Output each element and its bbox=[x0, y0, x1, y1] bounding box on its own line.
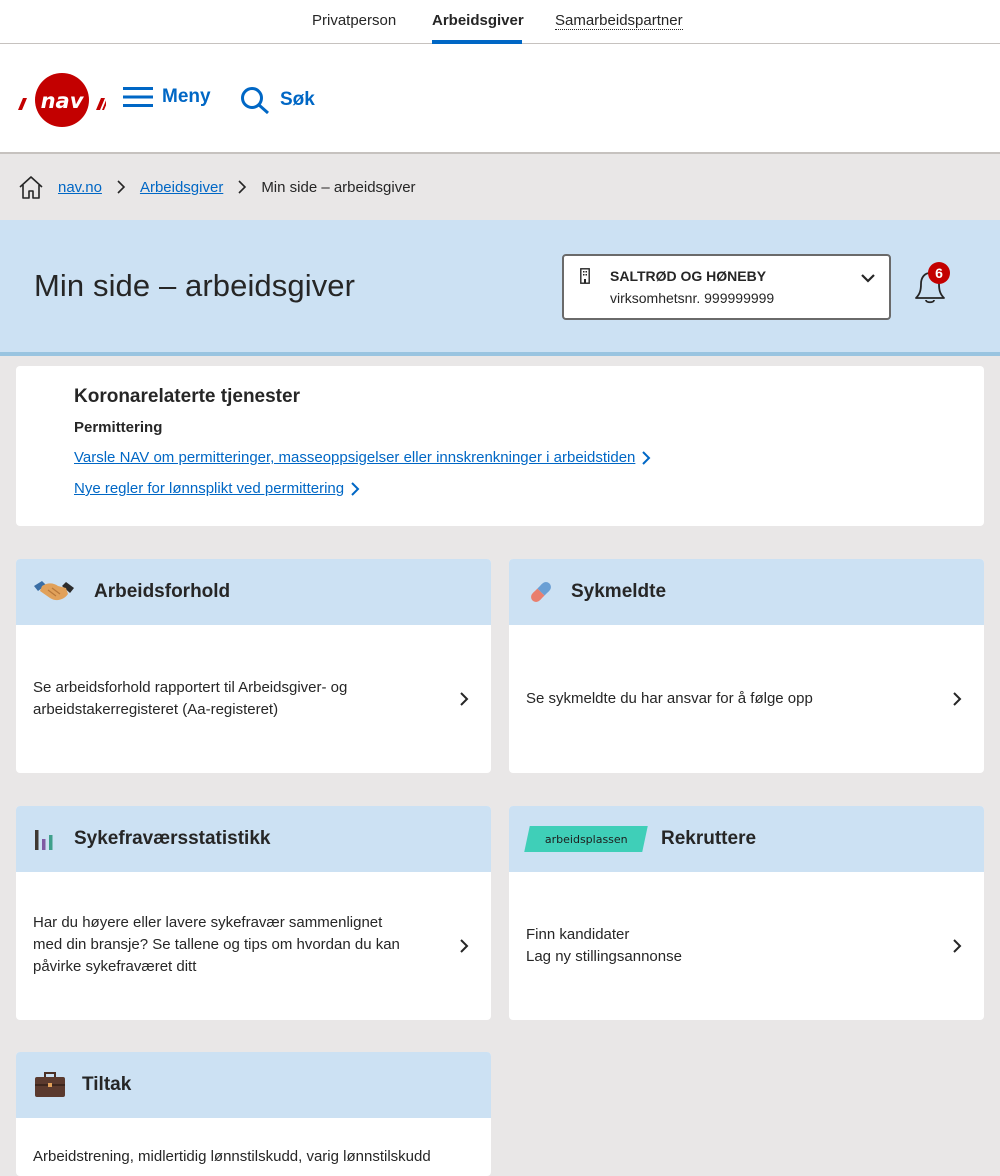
chevron-right-icon bbox=[460, 939, 469, 953]
bar-chart-icon bbox=[35, 830, 53, 850]
page-title: Min side – arbeidsgiver bbox=[34, 268, 356, 303]
notifications-button[interactable]: 6 bbox=[908, 262, 952, 306]
search-icon bbox=[241, 87, 269, 114]
card-description-line: Arbeidstrening, midlertidig lønnstilskud… bbox=[33, 1148, 431, 1165]
card-description-line: Har du høyere eller lavere sykefravær sa… bbox=[33, 914, 383, 931]
hamburger-icon bbox=[123, 87, 153, 107]
menu-button[interactable]: Meny bbox=[123, 86, 211, 108]
card-description-line: arbeidstakerregisteret (Aa-registeret) bbox=[33, 701, 279, 718]
building-icon bbox=[580, 268, 590, 284]
card-link-arbeidsforhold[interactable]: Se arbeidsforhold rapportert til Arbeids… bbox=[16, 625, 491, 773]
site-header: nav Meny Søk bbox=[0, 44, 1000, 154]
card-arbeidsforhold: Arbeidsforhold Se arbeidsforhold rapport… bbox=[16, 559, 491, 773]
audience-nav: Privatperson Arbeidsgiver Samarbeidspart… bbox=[0, 0, 1000, 44]
page-banner: Min side – arbeidsgiver SALTRØD OG HØNEB… bbox=[0, 220, 1000, 356]
chevron-right-icon bbox=[953, 939, 962, 953]
corona-link-varsle-label: Varsle NAV om permitteringer, masseoppsi… bbox=[74, 449, 636, 466]
card-link-tiltak[interactable]: Arbeidstrening, midlertidig lønnstilskud… bbox=[16, 1118, 491, 1176]
breadcrumb-current: Min side – arbeidsgiver bbox=[261, 178, 416, 196]
chevron-right-icon bbox=[117, 180, 126, 194]
notification-count-badge: 6 bbox=[928, 262, 950, 284]
nav-logo[interactable]: nav bbox=[16, 72, 106, 128]
card-header: Sykmeldte bbox=[509, 559, 984, 625]
card-title: Sykefraværsstatistikk bbox=[74, 828, 271, 849]
corona-link-lonnsplikt-label: Nye regler for lønnsplikt ved permitteri… bbox=[74, 480, 345, 497]
breadcrumb-link-navno[interactable]: nav.no bbox=[58, 179, 102, 196]
corona-title: Koronarelaterte tjenester bbox=[74, 386, 300, 407]
card-description: Finn kandidater Lag ny stillingsannonse bbox=[526, 924, 914, 968]
card-sykefravaersstatistikk: Sykefraværsstatistikk Har du høyere elle… bbox=[16, 806, 491, 1020]
card-description: Se arbeidsforhold rapportert til Arbeids… bbox=[33, 677, 421, 721]
chevron-right-icon bbox=[460, 692, 469, 706]
card-header: Sykefraværsstatistikk bbox=[16, 806, 491, 872]
arbeidsplassen-logo-text: arbeidsplassen bbox=[544, 832, 628, 846]
card-description: Har du høyere eller lavere sykefravær sa… bbox=[33, 912, 421, 978]
menu-label: Meny bbox=[162, 86, 211, 107]
card-title: Sykmeldte bbox=[571, 581, 667, 602]
pill-icon bbox=[531, 582, 551, 602]
tab-arbeidsgiver[interactable]: Arbeidsgiver bbox=[432, 12, 524, 29]
card-description: Arbeidstrening, midlertidig lønnstilskud… bbox=[33, 1146, 471, 1168]
svg-text:nav: nav bbox=[41, 89, 85, 113]
card-description-line: Finn kandidater bbox=[526, 926, 630, 943]
card-description: Se sykmeldte du har ansvar for å følge o… bbox=[526, 688, 914, 710]
tab-samarbeidspartner[interactable]: Samarbeidspartner bbox=[555, 12, 683, 30]
card-header: Arbeidsforhold bbox=[16, 559, 491, 625]
chevron-right-icon bbox=[238, 180, 247, 194]
card-link-rekruttere[interactable]: Finn kandidater Lag ny stillingsannonse bbox=[509, 872, 984, 1020]
corona-subtitle: Permittering bbox=[74, 419, 163, 436]
card-description-line: Se arbeidsforhold rapportert til Arbeids… bbox=[33, 679, 348, 696]
org-name: SALTRØD OG HØNEBY bbox=[610, 268, 767, 284]
corona-link-varsle[interactable]: Varsle NAV om permitteringer, masseoppsi… bbox=[74, 449, 651, 466]
breadcrumb-link-arbeidsgiver[interactable]: Arbeidsgiver bbox=[140, 179, 223, 196]
arbeidsplassen-logo: arbeidsplassen bbox=[524, 826, 648, 852]
card-description-line: Se sykmeldte du har ansvar for å følge o… bbox=[526, 690, 813, 707]
org-number: virksomhetsnr. 999999999 bbox=[610, 290, 775, 306]
card-link-sykefravaersstatistikk[interactable]: Har du høyere eller lavere sykefravær sa… bbox=[16, 872, 491, 1020]
card-title: Rekruttere bbox=[661, 828, 757, 849]
card-description-line: Lag ny stillingsannonse bbox=[526, 948, 682, 965]
card-rekruttere: arbeidsplassen Rekruttere Finn kandidate… bbox=[509, 806, 984, 1020]
chevron-down-icon bbox=[861, 274, 875, 283]
card-description-line: påvirke sykefraværet ditt bbox=[33, 958, 197, 975]
card-header: arbeidsplassen Rekruttere bbox=[509, 806, 984, 872]
card-tiltak: Tiltak Arbeidstrening, midlertidig lønns… bbox=[16, 1052, 491, 1176]
card-title: Tiltak bbox=[82, 1074, 132, 1095]
organization-selector[interactable]: SALTRØD OG HØNEBY virksomhetsnr. 9999999… bbox=[562, 254, 891, 320]
chevron-right-icon bbox=[642, 450, 651, 465]
tab-privatperson[interactable]: Privatperson bbox=[312, 12, 396, 29]
corona-services-panel: Koronarelaterte tjenester Permittering V… bbox=[16, 366, 984, 526]
card-header: Tiltak bbox=[16, 1052, 491, 1118]
briefcase-icon bbox=[35, 1072, 65, 1097]
card-sykmeldte: Sykmeldte Se sykmeldte du har ansvar for… bbox=[509, 559, 984, 773]
card-description-line: med din bransje? Se tallene og tips om h… bbox=[33, 936, 400, 953]
search-button[interactable]: Søk bbox=[240, 86, 315, 114]
card-link-sykmeldte[interactable]: Se sykmeldte du har ansvar for å følge o… bbox=[509, 625, 984, 773]
breadcrumb: nav.no Arbeidsgiver Min side – arbeidsgi… bbox=[18, 174, 416, 200]
handshake-icon bbox=[34, 581, 74, 601]
corona-link-lonnsplikt[interactable]: Nye regler for lønnsplikt ved permitteri… bbox=[74, 480, 360, 497]
chevron-right-icon bbox=[351, 481, 360, 496]
card-title: Arbeidsforhold bbox=[94, 581, 231, 602]
home-icon[interactable] bbox=[18, 174, 44, 200]
chevron-right-icon bbox=[953, 692, 962, 706]
search-label: Søk bbox=[280, 89, 315, 110]
